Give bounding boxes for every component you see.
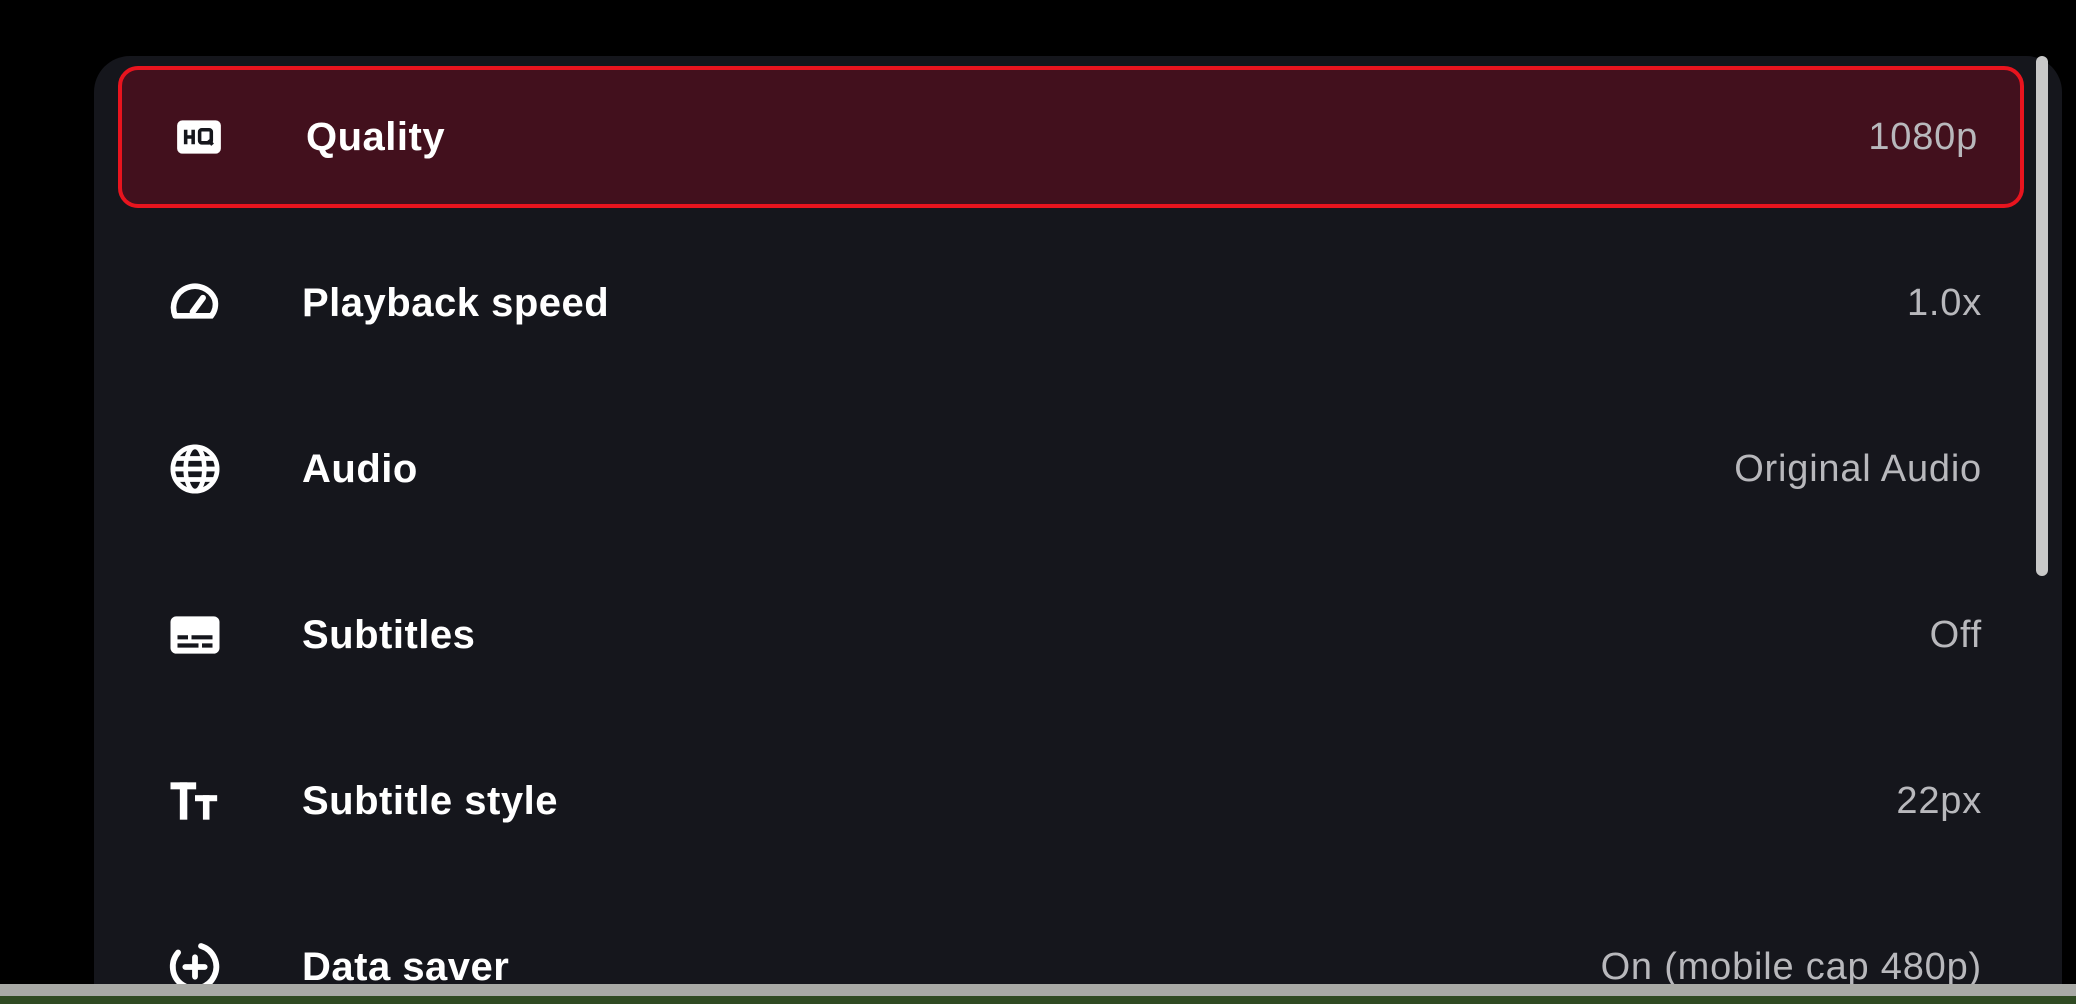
- hq-icon: [170, 108, 228, 166]
- menu-item-label: Subtitle style: [302, 778, 558, 823]
- menu-item-value: Off: [1929, 613, 1982, 656]
- menu-item-subtitle-style[interactable]: Subtitle style 22px: [118, 730, 2024, 872]
- menu-item-value: Original Audio: [1734, 447, 1982, 490]
- menu-item-value: 1.0x: [1906, 281, 1982, 324]
- menu-item-label: Subtitles: [302, 612, 476, 657]
- menu-item-label: Quality: [306, 114, 446, 159]
- video-player-screen: Quality 1080p Playback speed 1.0x Audio …: [0, 0, 2076, 1004]
- speedometer-icon: [166, 274, 224, 332]
- menu-item-value: On (mobile cap 480p): [1600, 945, 1982, 988]
- menu-item-value: 22px: [1896, 779, 1982, 822]
- menu-item-label: Audio: [302, 446, 418, 491]
- text-size-icon: [166, 772, 224, 830]
- scrollbar-thumb[interactable]: [2036, 56, 2048, 576]
- menu-item-audio[interactable]: Audio Original Audio: [118, 398, 2024, 540]
- globe-icon: [166, 440, 224, 498]
- subtitles-icon: [166, 606, 224, 664]
- settings-panel: Quality 1080p Playback speed 1.0x Audio …: [94, 56, 2062, 1004]
- menu-item-quality[interactable]: Quality 1080p: [118, 66, 2024, 208]
- menu-item-value: 1080p: [1868, 115, 1978, 158]
- menu-item-playback-speed[interactable]: Playback speed 1.0x: [118, 232, 2024, 374]
- menu-item-label: Playback speed: [302, 280, 610, 325]
- video-frame-strip: [0, 996, 2076, 1004]
- menu-item-label: Data saver: [302, 944, 510, 989]
- menu-item-subtitles[interactable]: Subtitles Off: [118, 564, 2024, 706]
